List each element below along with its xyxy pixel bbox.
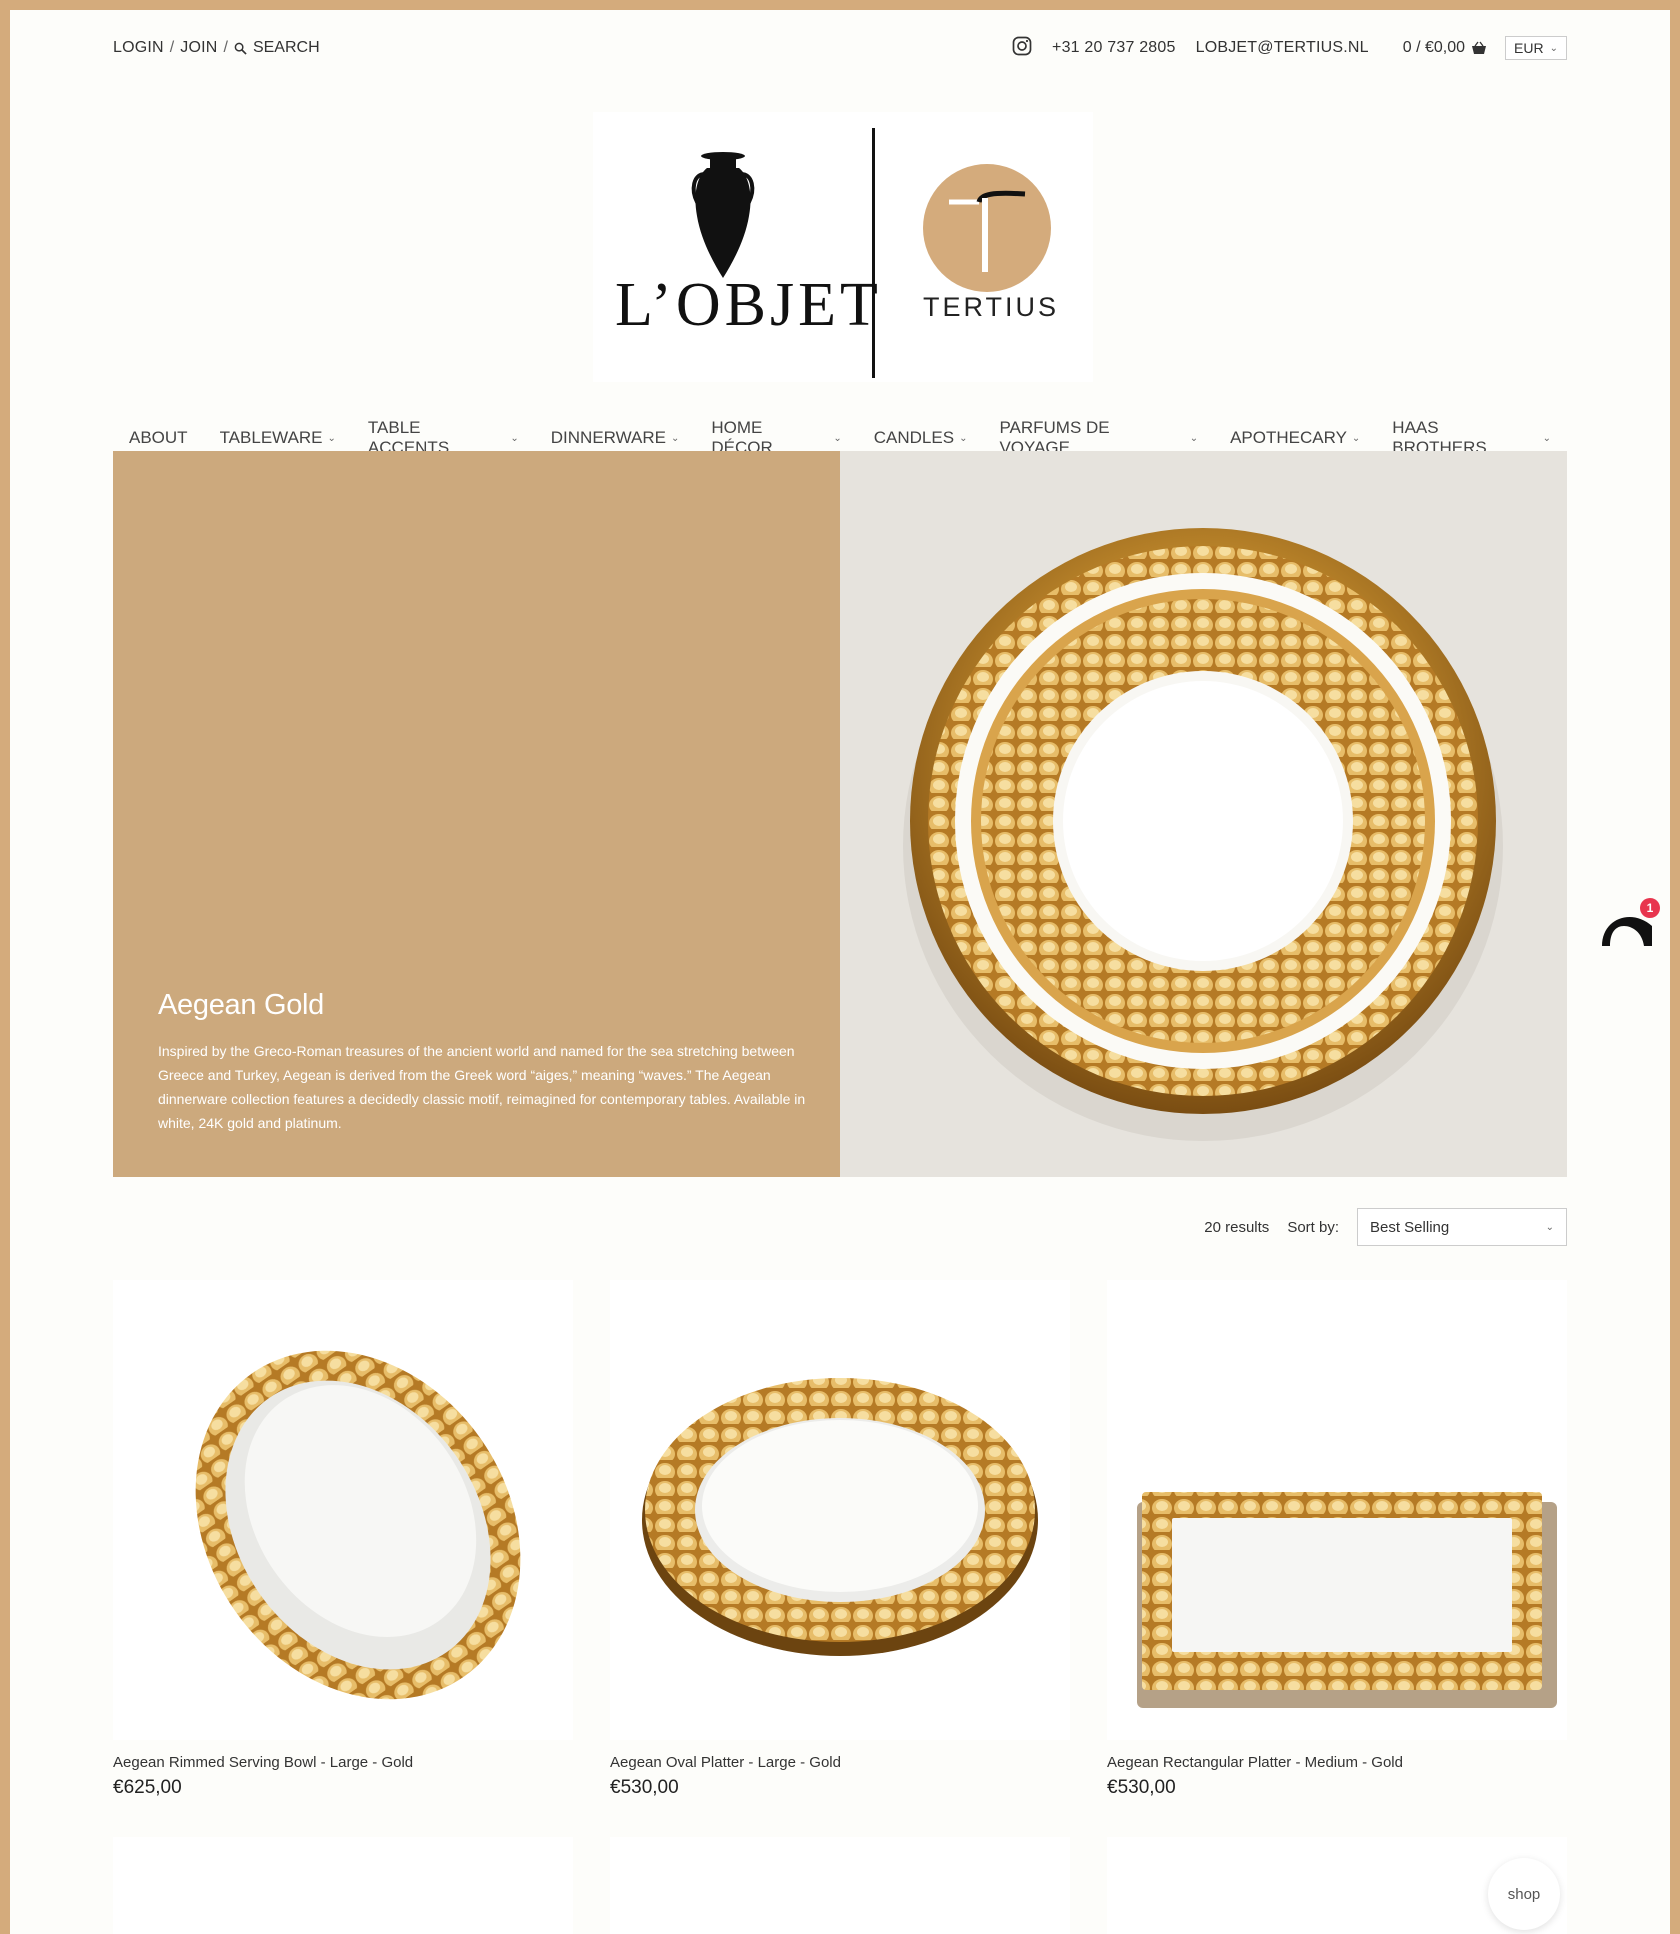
collection-title: Aegean Gold — [158, 989, 324, 1021]
hero-text-panel: Aegean Gold Inspired by the Greco-Roman … — [113, 451, 840, 1177]
login-link[interactable]: LOGIN — [113, 39, 164, 57]
chevron-down-icon: ⌄ — [671, 432, 680, 444]
join-link[interactable]: JOIN — [180, 39, 217, 57]
search-label: SEARCH — [252, 39, 320, 56]
tertius-emblem — [923, 164, 1051, 292]
chevron-down-icon: ⌄ — [327, 432, 336, 444]
notification-badge: 1 — [1640, 898, 1660, 918]
results-toolbar: 20 results Sort by: Best Selling ⌄ — [1204, 1208, 1567, 1246]
chevron-down-icon: ⌄ — [1351, 432, 1361, 444]
cart-button[interactable]: 0 / €0,00 — [1403, 39, 1487, 57]
product-card[interactable]: Aegean Rimmed Serving Bowl - Large - Gol… — [113, 1280, 573, 1799]
brand-wordmark: L’OBJET — [615, 271, 882, 339]
sort-value: Best Selling — [1370, 1218, 1450, 1236]
product-price: €530,00 — [610, 1777, 679, 1798]
product-price: €625,00 — [113, 1777, 182, 1798]
shop-button[interactable]: shop — [1488, 1858, 1560, 1930]
hero-image — [840, 451, 1567, 1177]
aegean-plates-image — [903, 528, 1503, 1141]
separator: / — [223, 39, 228, 56]
rewards-widget[interactable]: 1 — [1602, 898, 1662, 948]
collection-description: Inspired by the Greco-Roman treasures of… — [158, 1043, 806, 1131]
product-image[interactable] — [1107, 1280, 1567, 1740]
instagram-icon[interactable] — [1012, 36, 1032, 61]
page-frame: LOGIN / JOIN / SEARCH +31 20 737 2805 LO… — [10, 10, 1670, 1934]
chevron-down-icon: ⌄ — [1549, 42, 1558, 54]
chevron-down-icon: ⌄ — [833, 432, 842, 444]
search-button[interactable]: SEARCH — [234, 39, 320, 57]
chevron-down-icon: ⌄ — [959, 432, 968, 444]
search-icon — [234, 42, 247, 55]
nav-item-label: APOTHECARY — [1230, 428, 1347, 447]
sort-label: Sort by: — [1287, 1218, 1339, 1236]
chevron-down-icon: ⌄ — [1189, 432, 1199, 444]
tertius-monogram-icon — [949, 190, 1026, 272]
site-logo[interactable]: L’OBJET TERTIUS — [593, 112, 1093, 382]
basket-icon — [1472, 41, 1487, 54]
product-image[interactable] — [113, 1280, 573, 1740]
currency-select[interactable]: EUR ⌄ — [1505, 36, 1567, 60]
contact-links: +31 20 737 2805 LOBJET@TERTIUS.NL 0 / €0… — [1012, 36, 1567, 61]
nav-item-label: DINNERWARE — [550, 428, 666, 447]
collection-hero: Aegean Gold Inspired by the Greco-Roman … — [113, 451, 1567, 1177]
product-title[interactable]: Aegean Oval Platter - Large - Gold — [610, 1754, 1070, 1771]
email-link[interactable]: LOBJET@TERTIUS.NL — [1196, 39, 1369, 57]
product-card[interactable] — [610, 1837, 1070, 1934]
chevron-down-icon: ⌄ — [1542, 432, 1551, 444]
partner-wordmark: TERTIUS — [923, 292, 1060, 322]
product-card[interactable]: Aegean Oval Platter - Large - Gold €530,… — [610, 1280, 1070, 1799]
nav-item-label: ABOUT — [129, 428, 188, 447]
product-card[interactable] — [113, 1837, 573, 1934]
nav-item-label: TABLEWARE — [219, 428, 323, 447]
chevron-down-icon: ⌄ — [510, 432, 519, 444]
product-title[interactable]: Aegean Rimmed Serving Bowl - Large - Gol… — [113, 1754, 573, 1771]
account-links: LOGIN / JOIN / SEARCH — [113, 39, 320, 57]
product-title[interactable]: Aegean Rectangular Platter - Medium - Go… — [1107, 1754, 1567, 1771]
separator: / — [169, 39, 175, 56]
amphora-icon — [691, 152, 755, 278]
product-price: €530,00 — [1107, 1777, 1176, 1798]
product-card[interactable]: Aegean Rectangular Platter - Medium - Go… — [1107, 1280, 1567, 1799]
logo-divider — [872, 128, 875, 378]
sort-select[interactable]: Best Selling ⌄ — [1357, 1208, 1567, 1246]
product-image[interactable] — [610, 1280, 1070, 1740]
nav-item-label: CANDLES — [873, 428, 955, 447]
phone-link[interactable]: +31 20 737 2805 — [1052, 39, 1176, 57]
results-count: 20 results — [1204, 1218, 1270, 1236]
top-bar: LOGIN / JOIN / SEARCH +31 20 737 2805 LO… — [113, 32, 1567, 64]
chevron-down-icon: ⌄ — [1545, 1221, 1554, 1233]
cart-summary: 0 / €0,00 — [1402, 39, 1466, 56]
currency-value: EUR — [1514, 40, 1544, 56]
